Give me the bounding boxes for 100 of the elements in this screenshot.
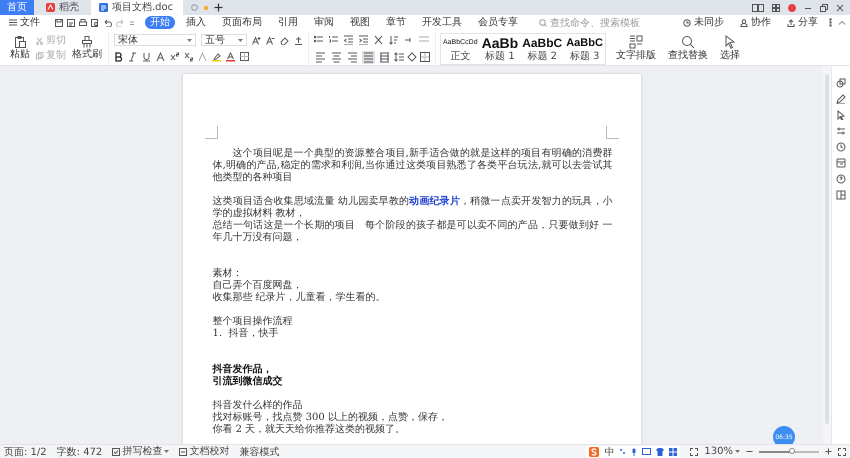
close-icon[interactable]: [836, 4, 844, 12]
font-size-field[interactable]: 五号: [201, 34, 247, 46]
border-icon[interactable]: [240, 52, 249, 62]
proofread-button[interactable]: 文档校对: [179, 446, 230, 458]
people-icon: [740, 18, 748, 26]
highlight-icon[interactable]: [212, 52, 221, 62]
grid-icon[interactable]: [772, 4, 780, 12]
style-preset[interactable]: AaBbC 标题 3: [564, 34, 605, 64]
sync-button[interactable]: 未同步: [678, 16, 729, 29]
collapse-icon[interactable]: [838, 20, 846, 25]
status-text: 页面: 1/2: [4, 446, 47, 458]
find-tool-button[interactable]: 查找替换: [666, 35, 709, 62]
microphone-icon[interactable]: [631, 448, 638, 456]
zoom-dropdown[interactable]: 130%: [704, 446, 740, 458]
chinese-layout-icon[interactable]: [374, 35, 384, 45]
outdent-icon[interactable]: [344, 35, 354, 45]
fit-page-icon[interactable]: [690, 448, 698, 456]
zoom-out-icon[interactable]: [746, 448, 753, 455]
superscript-icon[interactable]: [170, 52, 179, 62]
eraser-icon[interactable]: [280, 36, 289, 44]
ribbon-tab[interactable]: 页面布局: [217, 16, 267, 29]
margin-mark: [204, 126, 218, 139]
slider-thumb[interactable]: [789, 448, 795, 454]
ribbon-tab[interactable]: 引用: [273, 16, 303, 29]
skin-icon[interactable]: [656, 448, 664, 456]
bold-icon[interactable]: [114, 52, 123, 62]
shrink-font-icon[interactable]: [266, 36, 275, 44]
share-button[interactable]: 分享: [782, 16, 823, 29]
numbered-list-icon[interactable]: [329, 35, 339, 45]
paragraph: 这个项目呢是一个典型的资源整合项目,新手适合做的就是这样的项目有明确的消费群体,明确的产品,稳定的需求和利润,当你通过这类项目熟悉了各类平台玩法,就可以去尝试其他类型的各种项目: [212, 148, 612, 184]
layout-icon[interactable]: [752, 4, 764, 12]
grow-font-icon[interactable]: [252, 36, 261, 44]
caret-icon: [238, 38, 243, 42]
ribbon-tab[interactable]: 开发工具: [417, 16, 467, 29]
style-preset[interactable]: AaBbC 标题 2: [520, 34, 564, 64]
paragraph: 1. 抖音，快手: [212, 328, 280, 340]
spell-check-button[interactable]: 拼写检查: [112, 446, 170, 458]
italic-icon[interactable]: [128, 52, 137, 62]
file-tab[interactable]: 稻壳: [38, 0, 87, 15]
save-icon[interactable]: [55, 18, 63, 26]
align-left-button[interactable]: [314, 50, 327, 64]
avatar-icon[interactable]: [788, 4, 796, 12]
paragraph: 引流到微信成交: [212, 376, 284, 388]
print-icon[interactable]: [79, 18, 87, 26]
zoom-in-icon[interactable]: [825, 448, 832, 455]
bullet-list-icon[interactable]: [314, 35, 324, 45]
paragraph: 总结一句话这是一个长期的项目 每个阶段的孩子都是可以卖不同的产品，只要做到好 一年几十万没有问题，: [212, 220, 612, 244]
help-icon[interactable]: [836, 174, 846, 184]
sort-icon[interactable]: [389, 35, 399, 45]
file-tab[interactable]: 项目文档.doc: [91, 0, 183, 15]
select-tool-button[interactable]: 选择: [718, 35, 741, 62]
file-menu[interactable]: 文件: [4, 16, 45, 29]
more-icon[interactable]: [829, 18, 832, 27]
cursor-icon[interactable]: [836, 110, 846, 120]
line-spacing-icon[interactable]: [394, 52, 404, 62]
backup-icon[interactable]: [836, 158, 846, 168]
pen-icon[interactable]: [836, 94, 846, 104]
layout-tool-button[interactable]: 文字排版: [614, 35, 657, 62]
align-distributed-button[interactable]: [378, 50, 391, 64]
underline-icon[interactable]: [142, 52, 151, 62]
clock-icon[interactable]: [836, 142, 846, 152]
borders-icon[interactable]: [420, 52, 430, 62]
input-mode-text: 中: [604, 446, 614, 458]
apps-icon[interactable]: [669, 448, 678, 456]
undo-icon[interactable]: [103, 18, 112, 26]
file-tab[interactable]: 首页: [0, 0, 34, 15]
ribbon-tab[interactable]: 章节: [381, 16, 411, 29]
phonetic-icon[interactable]: [294, 36, 303, 44]
subscript-icon[interactable]: [184, 52, 193, 62]
export-icon[interactable]: [67, 18, 75, 26]
people-button[interactable]: 协作: [735, 16, 776, 29]
font-name-field[interactable]: 宋体: [114, 34, 196, 46]
indent-icon[interactable]: [359, 35, 369, 45]
font-color-icon[interactable]: [226, 52, 235, 62]
ribbon-tab[interactable]: 开始: [145, 16, 175, 29]
ribbon-tab[interactable]: 插入: [181, 16, 211, 29]
format-painter-button[interactable]: 格式刷: [71, 36, 103, 61]
align-justify-button[interactable]: [362, 50, 375, 64]
text-effect-icon[interactable]: [156, 52, 165, 62]
paragraph: 抖音发作品，: [212, 364, 274, 375]
ribbon-tab[interactable]: 会员专享: [473, 16, 523, 29]
style-preset[interactable]: AaBb 标题 1: [480, 34, 520, 64]
punctuation-icon[interactable]: [619, 448, 626, 455]
panel-icon[interactable]: [836, 190, 846, 200]
preview-icon[interactable]: [91, 18, 99, 26]
keyboard-icon[interactable]: [642, 448, 652, 455]
fullscreen-icon[interactable]: [838, 448, 846, 456]
align-center-button[interactable]: [330, 50, 343, 64]
docer-logo-icon: [46, 3, 55, 12]
sliders-icon[interactable]: [836, 126, 846, 136]
fill-icon[interactable]: [407, 52, 417, 62]
align-right-button[interactable]: [346, 50, 359, 64]
ribbon-tab[interactable]: 审阅: [309, 16, 339, 29]
ribbon-tab[interactable]: 视图: [345, 16, 375, 29]
dot-icon: [204, 6, 208, 10]
new-tab-icon[interactable]: [214, 3, 223, 12]
paste-button[interactable]: 粘贴: [9, 36, 31, 61]
restore-icon[interactable]: [820, 4, 828, 12]
shapes-icon[interactable]: [836, 78, 846, 88]
clipboard-icon: [14, 36, 26, 48]
